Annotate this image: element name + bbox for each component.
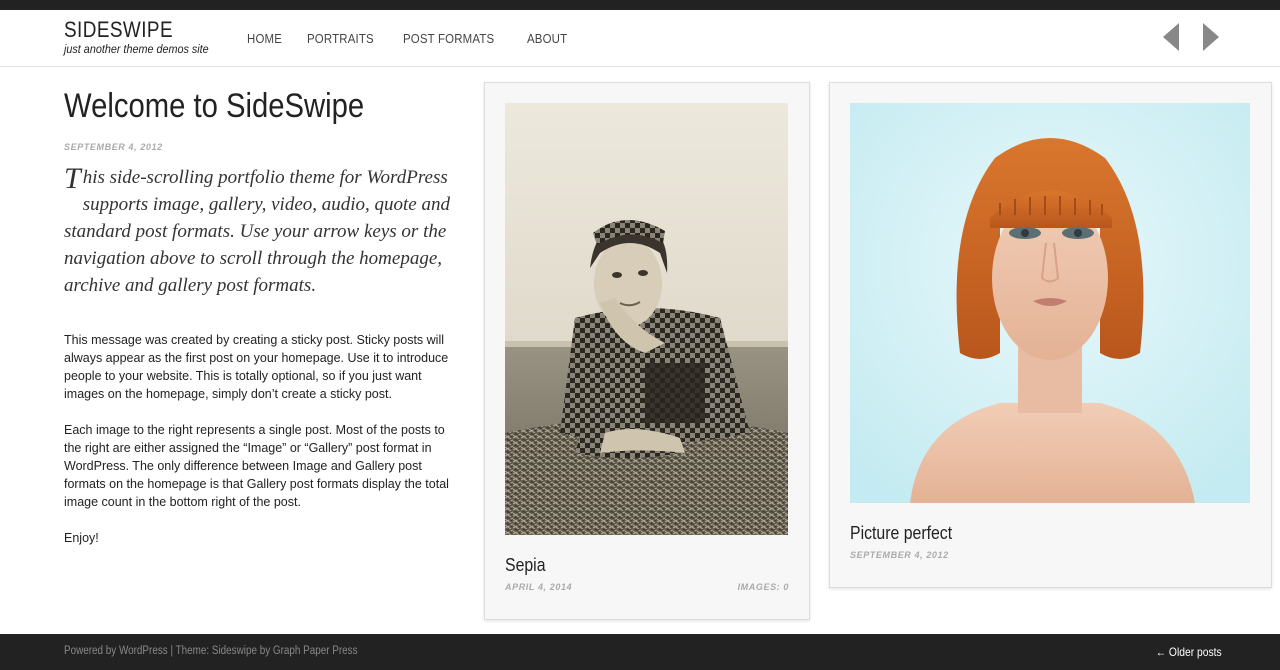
footer-wordpress-link[interactable]: Powered by WordPress xyxy=(64,645,168,657)
site-footer: Powered by WordPress | Theme: Sideswipe … xyxy=(0,634,1280,670)
intro-body: This message was created by creating a s… xyxy=(64,331,464,547)
main-nav: HOME PORTRAITS POST FORMATS ABOUT xyxy=(247,31,592,46)
arrow-left-icon[interactable] xyxy=(1160,22,1182,52)
post-image-sepia[interactable] xyxy=(505,103,788,535)
intro-lead-text: his side-scrolling portfolio theme for W… xyxy=(64,167,450,296)
post-date: SEPTEMBER 4, 2012 xyxy=(850,550,949,560)
intro-paragraph: Enjoy! xyxy=(64,531,99,545)
intro-paragraph: Each image to the right represents a sin… xyxy=(64,423,449,509)
arrow-right-icon[interactable] xyxy=(1200,22,1222,52)
post-card: Picture perfect SEPTEMBER 4, 2012 xyxy=(829,82,1272,588)
intro-date: SEPTEMBER 4, 2012 xyxy=(64,142,163,152)
intro-lead: This side-scrolling portfolio theme for … xyxy=(64,164,466,299)
footer-credit: Powered by WordPress | Theme: Sideswipe … xyxy=(64,645,358,657)
post-card: Sepia APRIL 4, 2014 IMAGES: 0 xyxy=(484,82,810,620)
footer-separator: | xyxy=(167,645,176,657)
sticky-post: Welcome to SideSwipe SEPTEMBER 4, 2012 T… xyxy=(64,86,464,565)
redhead-portrait-illustration xyxy=(850,103,1250,503)
post-date: APRIL 4, 2014 xyxy=(505,582,573,592)
post-title[interactable]: Sepia xyxy=(505,555,546,576)
scroll-arrows xyxy=(1160,22,1222,52)
dropcap: T xyxy=(64,162,81,195)
nav-about[interactable]: ABOUT xyxy=(527,31,567,46)
nav-portraits[interactable]: PORTRAITS xyxy=(307,31,374,46)
site-title[interactable]: SIDESWIPE xyxy=(64,18,202,42)
intro-title[interactable]: Welcome to SideSwipe xyxy=(64,86,408,126)
site-branding: SIDESWIPE just another theme demos site xyxy=(64,18,225,57)
sepia-portrait-illustration xyxy=(505,103,788,535)
older-posts-link[interactable]: ← Older posts xyxy=(1156,645,1222,659)
post-title[interactable]: Picture perfect xyxy=(850,523,952,544)
post-image-count: IMAGES: 0 xyxy=(737,582,789,592)
site-tagline: just another theme demos site xyxy=(64,42,209,56)
top-bar xyxy=(0,0,1280,10)
nav-home[interactable]: HOME xyxy=(247,31,282,46)
site-header: SIDESWIPE just another theme demos site … xyxy=(0,10,1280,67)
nav-post-formats[interactable]: POST FORMATS xyxy=(403,31,494,46)
footer-theme-link[interactable]: Theme: Sideswipe by Graph Paper Press xyxy=(176,645,358,657)
intro-paragraph: This message was created by creating a s… xyxy=(64,333,449,401)
post-image-picture-perfect[interactable] xyxy=(850,103,1250,503)
